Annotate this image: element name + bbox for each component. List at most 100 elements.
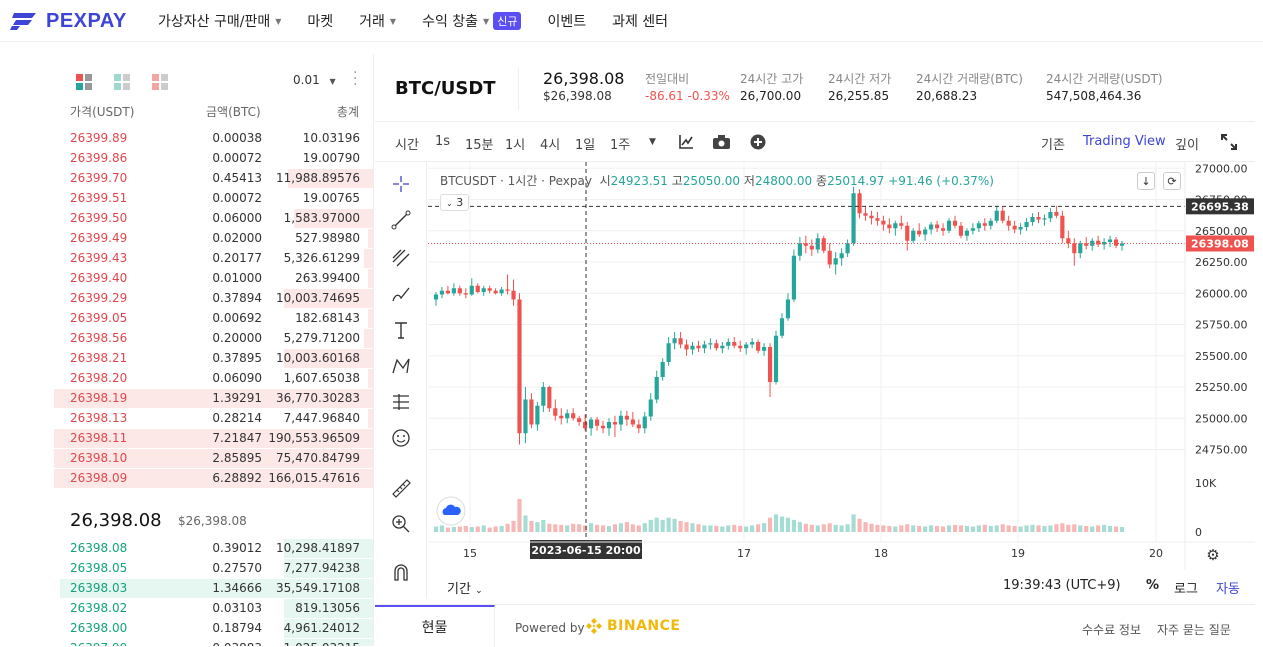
volume-bar [463, 525, 468, 532]
candlestick-chart[interactable]: 27000.0026750.0026500.0026250.0026000.00… [428, 162, 1255, 570]
orderbook-row[interactable]: 26397.99 0.03883 1,025.03215 [54, 638, 373, 646]
candle-body [588, 419, 594, 429]
high-value: 26,700.00 [740, 89, 802, 103]
orderbook-row[interactable]: 26399.50 0.06000 1,583.97000 [54, 208, 373, 228]
pexpay-logo-icon [10, 13, 36, 30]
text-tool-icon[interactable] [389, 318, 413, 342]
orderbook-row[interactable]: 26398.19 1.39291 36,770.30283 [54, 388, 373, 408]
interval-4h[interactable]: 4시 [540, 134, 560, 153]
orderbook-row[interactable]: 26398.02 0.03103 819.13056 [54, 598, 373, 618]
auto-toggle[interactable]: 자동 [1216, 578, 1240, 597]
orderbook-row[interactable]: 26398.21 0.37895 10,003.60168 [54, 348, 373, 368]
view-tradingview[interactable]: Trading View [1083, 134, 1166, 149]
orderbook-row[interactable]: 26399.89 0.00038 10.03196 [54, 128, 373, 148]
depth-bar [367, 369, 373, 388]
both-sides-view-icon[interactable] [76, 74, 92, 90]
orderbook-row[interactable]: 26399.51 0.00072 19.00765 [54, 188, 373, 208]
fib-tool-icon[interactable] [389, 246, 413, 270]
candle-body [779, 318, 785, 336]
fee-info-link[interactable]: 수수료 정보 [1082, 621, 1141, 638]
add-plus-icon[interactable] [750, 134, 766, 150]
interval-1h[interactable]: 1시 [505, 134, 525, 153]
more-options-icon[interactable]: · · · [353, 66, 357, 92]
orderbook-row[interactable]: 26399.40 0.01000 263.99400 [54, 268, 373, 288]
period-select[interactable]: 기간 ⌄ [447, 578, 483, 597]
view-depth[interactable]: 깊이 [1175, 134, 1199, 153]
orderbook-row[interactable]: 26398.09 6.28892 166,015.47616 [54, 468, 373, 488]
percent-toggle[interactable]: % [1146, 578, 1159, 593]
orderbook-row[interactable]: 26398.08 0.39012 10,298.41897 [54, 538, 373, 558]
nav-item-1[interactable]: 마켓 [307, 11, 333, 31]
legend-change: +91.46 (+0.37%) [888, 174, 994, 188]
zoom-in-icon[interactable] [389, 512, 413, 536]
scroll-down-arrow-icon[interactable]: ↓ [1137, 172, 1155, 190]
row-total: 5,326.61299 [283, 251, 360, 265]
nav-item-2[interactable]: 거래 ▼ [359, 11, 396, 31]
orderbook-row[interactable]: 26398.11 7.21847 190,553.96509 [54, 428, 373, 448]
nav-item-0[interactable]: 가상자산 구매/판매 ▼ [158, 11, 281, 31]
measure-tool-icon[interactable] [389, 390, 413, 414]
ruler-tool-icon[interactable] [389, 476, 413, 500]
orderbook-row[interactable]: 26398.00 0.18794 4,961.24012 [54, 618, 373, 638]
camera-icon[interactable] [713, 135, 730, 149]
nav-item-4[interactable]: 이벤트 [547, 11, 586, 31]
bids-only-view-icon[interactable] [114, 74, 130, 90]
volume-bar [481, 525, 486, 532]
interval-1w[interactable]: 1주 [610, 134, 630, 153]
precision-select[interactable]: 0.01 ▼ [293, 73, 336, 87]
settings-gear-icon[interactable]: ⚙ [1206, 546, 1219, 564]
volume-bar [732, 524, 737, 532]
pattern-tool-icon[interactable] [389, 354, 413, 378]
asks-only-view-icon[interactable] [152, 74, 168, 90]
orderbook-row[interactable]: 26398.10 2.85895 75,470.84799 [54, 448, 373, 468]
trend-line-tool-icon[interactable] [389, 208, 413, 232]
emoji-tool-icon[interactable] [389, 426, 413, 450]
indicator-toggle[interactable]: ⌄ 3 [440, 194, 470, 211]
volume-bar [899, 525, 904, 532]
indicators-icon[interactable] [678, 134, 694, 150]
log-toggle[interactable]: 로그 [1174, 578, 1198, 597]
interval-more-chevron-icon[interactable]: ▼ [649, 137, 656, 147]
volume-bar [1072, 524, 1077, 532]
brand-logo[interactable]: PEXPAY [10, 8, 127, 34]
candle-body [911, 230, 916, 241]
faq-link[interactable]: 자주 묻는 질문 [1157, 621, 1231, 638]
nav-item-3[interactable]: 수익 창출 ▼ 신규 [422, 11, 522, 31]
reset-chart-icon[interactable]: ⟳ [1163, 172, 1181, 190]
tab-spot[interactable]: 현물 [375, 605, 495, 647]
row-total: 1,607.65038 [283, 371, 360, 385]
candle-body [708, 343, 713, 345]
orderbook-row[interactable]: 26398.05 0.27570 7,277.94238 [54, 558, 373, 578]
interval-1d[interactable]: 1일 [575, 134, 595, 153]
orderbook-row[interactable]: 26398.20 0.06090 1,607.65038 [54, 368, 373, 388]
orderbook-row[interactable]: 26399.86 0.00072 19.00790 [54, 148, 373, 168]
row-price: 26399.29 [70, 291, 128, 305]
nav-item-label: 수익 창출 [422, 14, 479, 30]
orderbook-row[interactable]: 26399.49 0.02000 527.98980 [54, 228, 373, 248]
interval-15m[interactable]: 15분 [465, 134, 494, 153]
fullscreen-icon[interactable] [1221, 134, 1237, 150]
interval-1s[interactable]: 1s [435, 134, 450, 149]
col-price-header: 가격(USDT) [70, 105, 135, 119]
pair-title[interactable]: BTC/USDT [395, 78, 496, 99]
col-total-header: 총계 [336, 105, 359, 119]
orderbook-row[interactable]: 26398.56 0.20000 5,279.71200 [54, 328, 373, 348]
ticker-bar: BTC/USDT 26,398.08 $26,398.08 전일대비 -86.6… [375, 54, 1255, 122]
price-chart[interactable]: 27000.0026750.0026500.0026250.0026000.00… [428, 162, 1255, 598]
orderbook-row[interactable]: 26399.43 0.20177 5,326.61299 [54, 248, 373, 268]
nav-item-5[interactable]: 과제 센터 [612, 11, 668, 31]
candle-body [630, 419, 635, 425]
tradingview-cloud-icon[interactable] [436, 496, 466, 526]
orderbook-row[interactable]: 26399.29 0.37894 10,003.74695 [54, 288, 373, 308]
crosshair-tool-icon[interactable] [389, 172, 413, 196]
brush-tool-icon[interactable] [389, 282, 413, 306]
orderbook-row[interactable]: 26399.70 0.45413 11,988.89576 [54, 168, 373, 188]
orderbook-row[interactable]: 26398.03 1.34666 35,549.17108 [54, 578, 373, 598]
row-amount: 0.01000 [212, 271, 262, 285]
orderbook-row[interactable]: 26398.13 0.28214 7,447.96840 [54, 408, 373, 428]
legend-close-label: 종 [816, 174, 828, 188]
orderbook-row[interactable]: 26399.05 0.00692 182.68143 [54, 308, 373, 328]
view-basic[interactable]: 기존 [1041, 134, 1065, 153]
interval-time[interactable]: 시간 [395, 134, 419, 153]
row-amount: 1.39291 [212, 391, 262, 405]
